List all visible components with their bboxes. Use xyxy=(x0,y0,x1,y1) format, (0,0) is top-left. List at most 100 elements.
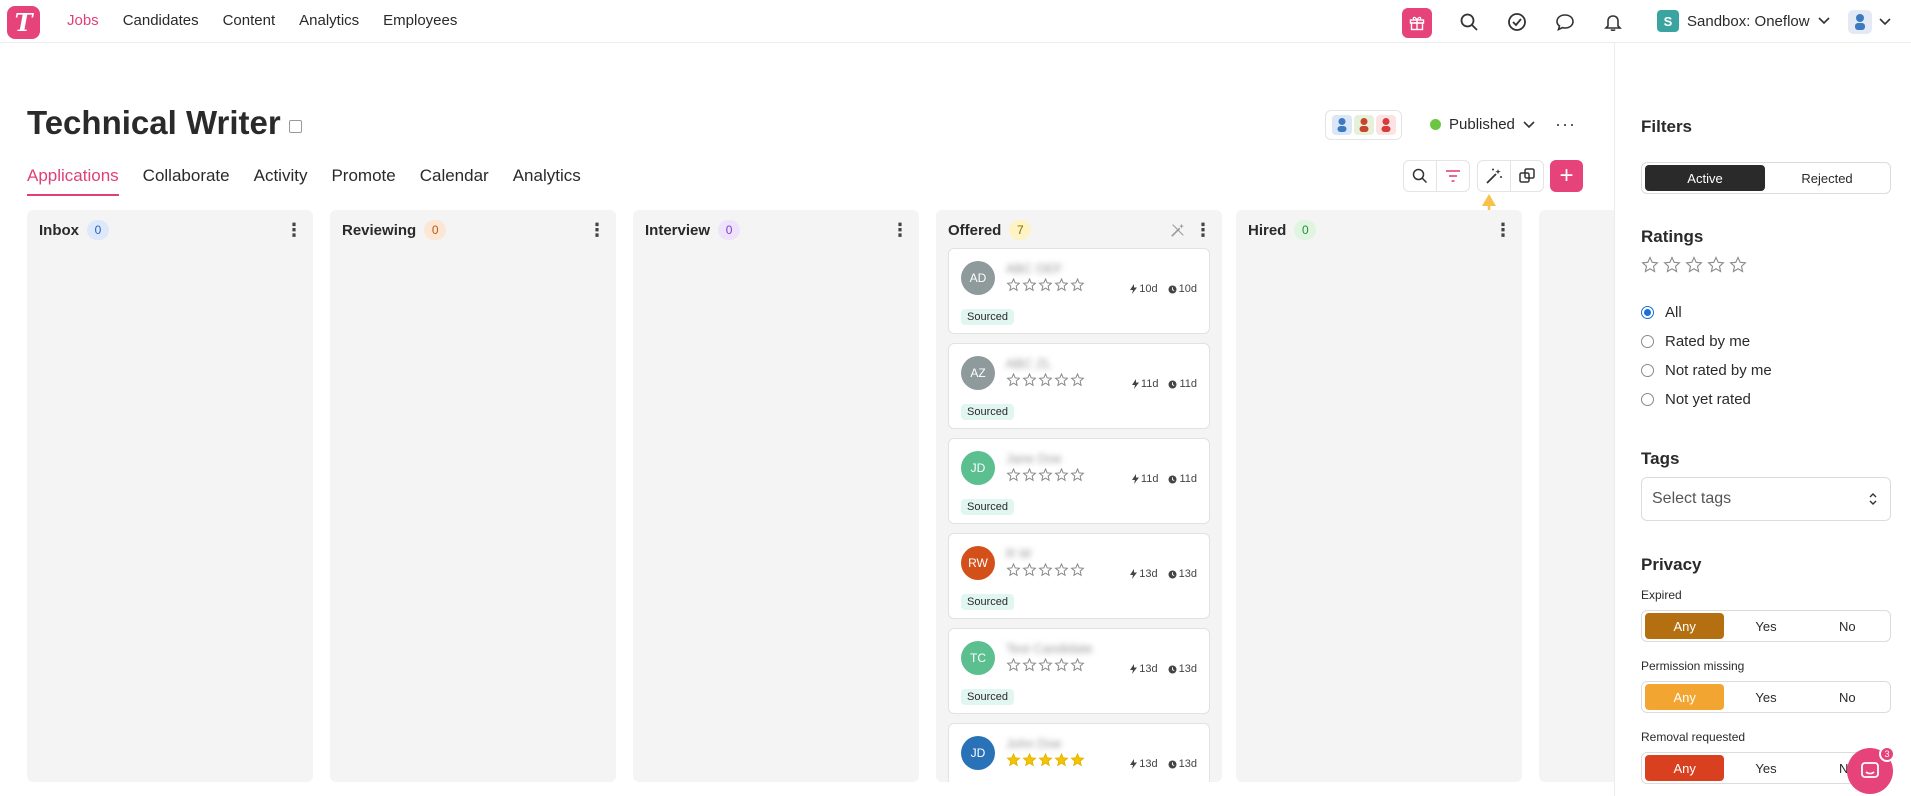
chevron-down-icon[interactable] xyxy=(1879,18,1891,26)
stage-menu-icon[interactable]: ⋮ xyxy=(891,220,909,240)
star-icon[interactable] xyxy=(1070,468,1085,482)
rating-stars-filter[interactable] xyxy=(1641,256,1751,274)
candidate-name[interactable]: Jane Doe xyxy=(1006,451,1062,466)
candidate-card[interactable]: RW R W 13d 13d Sourced xyxy=(948,533,1210,619)
tab-collaborate[interactable]: Collaborate xyxy=(143,166,230,196)
search-button[interactable] xyxy=(1403,160,1437,192)
more-options-icon[interactable]: ··· xyxy=(1555,114,1576,135)
star-icon[interactable] xyxy=(1022,563,1037,577)
star-icon[interactable] xyxy=(1070,373,1085,387)
stage-menu-icon[interactable]: ⋮ xyxy=(1494,220,1512,240)
star-icon[interactable] xyxy=(1006,658,1021,672)
stage-name: Inbox xyxy=(39,221,79,239)
radio-button[interactable] xyxy=(1641,393,1654,406)
star-icon[interactable] xyxy=(1038,753,1053,767)
add-candidate-button[interactable]: + xyxy=(1550,160,1583,192)
gift-icon[interactable] xyxy=(1402,8,1432,38)
rating-option-not-rated-by-me[interactable]: Not rated by me xyxy=(1641,362,1772,379)
nav-link-analytics[interactable]: Analytics xyxy=(299,12,359,29)
star-icon[interactable] xyxy=(1070,658,1085,672)
collaborator-avatars[interactable] xyxy=(1325,110,1402,140)
candidate-name[interactable]: John Doe xyxy=(1006,736,1062,751)
nav-link-jobs[interactable]: Jobs xyxy=(67,12,99,29)
rating-option-all[interactable]: All xyxy=(1641,304,1682,321)
stage-menu-icon[interactable]: ⋮ xyxy=(588,220,606,240)
star-icon[interactable] xyxy=(1038,658,1053,672)
bulk-actions-button[interactable] xyxy=(1510,160,1544,192)
job-status-dropdown[interactable]: Published xyxy=(1430,116,1535,133)
radio-button[interactable] xyxy=(1641,306,1654,319)
option-yes[interactable]: Yes xyxy=(1726,613,1805,639)
candidate-name[interactable]: Test Candidate xyxy=(1006,641,1093,656)
tags-select[interactable]: Select tags xyxy=(1641,477,1891,521)
star-icon[interactable] xyxy=(1022,753,1037,767)
rating-option-not-yet-rated[interactable]: Not yet rated xyxy=(1641,391,1751,408)
magic-wand-icon[interactable] xyxy=(1170,222,1186,238)
support-chat-button[interactable]: 3 xyxy=(1847,746,1895,794)
star-icon[interactable] xyxy=(1038,563,1053,577)
candidate-name[interactable]: ABC ZL xyxy=(1006,356,1052,371)
star-icon[interactable] xyxy=(1054,753,1069,767)
candidate-card[interactable]: AD ABC DEF 10d 10d Sourced xyxy=(948,248,1210,334)
stage-menu-icon[interactable]: ⋮ xyxy=(285,220,303,240)
automation-button[interactable] xyxy=(1477,160,1511,192)
candidate-name[interactable]: ABC DEF xyxy=(1006,261,1062,276)
star-icon[interactable] xyxy=(1054,373,1069,387)
star-icon[interactable] xyxy=(1038,278,1053,292)
star-icon[interactable] xyxy=(1022,468,1037,482)
tab-calendar[interactable]: Calendar xyxy=(420,166,489,196)
star-icon[interactable] xyxy=(1006,278,1021,292)
filter-rejected-button[interactable]: Rejected xyxy=(1767,165,1887,191)
star-icon[interactable] xyxy=(1054,278,1069,292)
star-icon[interactable] xyxy=(1070,753,1085,767)
workspace-switcher[interactable]: S Sandbox: Oneflow xyxy=(1657,10,1830,32)
star-icon[interactable] xyxy=(1054,658,1069,672)
radio-button[interactable] xyxy=(1641,335,1654,348)
star-icon[interactable] xyxy=(1038,468,1053,482)
candidate-card[interactable]: JD Jane Doe 11d 11d Sourced xyxy=(948,438,1210,524)
option-any[interactable]: Any xyxy=(1645,755,1725,781)
filter-button[interactable] xyxy=(1436,160,1470,192)
star-icon[interactable] xyxy=(1054,563,1069,577)
nav-link-employees[interactable]: Employees xyxy=(383,12,457,29)
nav-link-content[interactable]: Content xyxy=(223,12,276,29)
star-icon[interactable] xyxy=(1022,658,1037,672)
option-yes[interactable]: Yes xyxy=(1726,684,1805,710)
check-circle-icon[interactable] xyxy=(1506,11,1528,33)
job-info-icon[interactable] xyxy=(288,119,302,133)
option-yes[interactable]: Yes xyxy=(1726,755,1805,781)
star-icon[interactable] xyxy=(1038,373,1053,387)
tab-analytics[interactable]: Analytics xyxy=(513,166,581,196)
rating-option-rated-by-me[interactable]: Rated by me xyxy=(1641,333,1750,350)
candidate-name[interactable]: R W xyxy=(1006,546,1031,561)
option-any[interactable]: Any xyxy=(1645,684,1725,710)
star-icon[interactable] xyxy=(1006,468,1021,482)
candidate-card[interactable]: JD John Doe 13d 13d xyxy=(948,723,1210,782)
search-icon[interactable] xyxy=(1458,11,1480,33)
stage-column-interview: Interview 0 ⋮ xyxy=(633,210,919,782)
option-any[interactable]: Any xyxy=(1645,613,1725,639)
stage-menu-icon[interactable]: ⋮ xyxy=(1194,220,1212,240)
option-no[interactable]: No xyxy=(1808,684,1887,710)
candidate-card[interactable]: AZ ABC ZL 11d 11d Sourced xyxy=(948,343,1210,429)
option-no[interactable]: No xyxy=(1808,613,1887,639)
star-icon[interactable] xyxy=(1006,563,1021,577)
tab-activity[interactable]: Activity xyxy=(254,166,308,196)
candidate-card[interactable]: TC Test Candidate 13d 13d Sourced xyxy=(948,628,1210,714)
star-icon[interactable] xyxy=(1022,278,1037,292)
app-logo[interactable]: T xyxy=(7,6,40,39)
star-icon[interactable] xyxy=(1070,278,1085,292)
bell-icon[interactable] xyxy=(1602,11,1624,33)
tab-applications[interactable]: Applications xyxy=(27,166,119,196)
filter-active-button[interactable]: Active xyxy=(1645,165,1765,191)
star-icon[interactable] xyxy=(1070,563,1085,577)
radio-button[interactable] xyxy=(1641,364,1654,377)
star-icon[interactable] xyxy=(1006,753,1021,767)
star-icon[interactable] xyxy=(1022,373,1037,387)
chat-icon[interactable] xyxy=(1554,11,1576,33)
nav-link-candidates[interactable]: Candidates xyxy=(123,12,199,29)
tab-promote[interactable]: Promote xyxy=(331,166,395,196)
user-avatar[interactable] xyxy=(1848,10,1872,34)
star-icon[interactable] xyxy=(1006,373,1021,387)
star-icon[interactable] xyxy=(1054,468,1069,482)
